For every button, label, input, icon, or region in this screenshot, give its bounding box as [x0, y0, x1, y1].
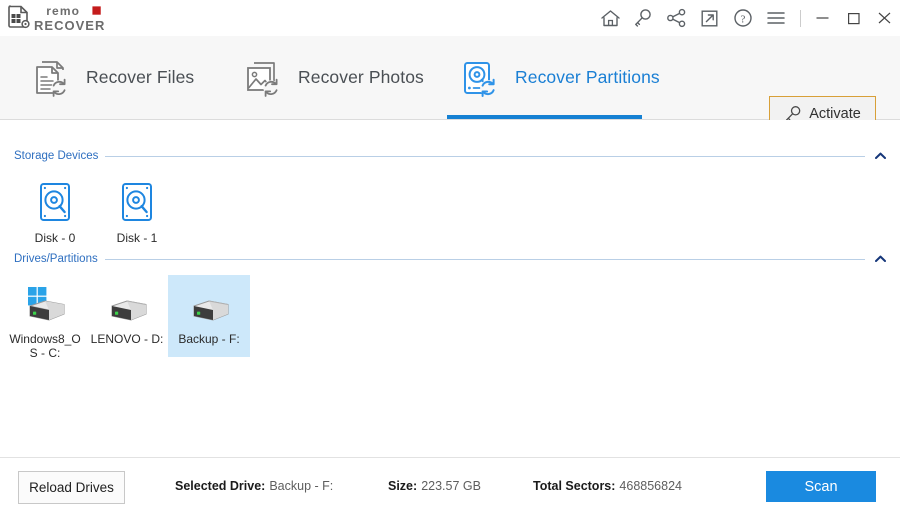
- section-title: Storage Devices: [14, 150, 99, 162]
- menu-icon[interactable]: [759, 0, 792, 36]
- chevron-up-icon[interactable]: [874, 253, 886, 265]
- active-tab-indicator: [447, 115, 642, 119]
- minimize-button[interactable]: [807, 0, 838, 36]
- chevron-up-icon[interactable]: [874, 150, 886, 162]
- external-link-icon[interactable]: [693, 0, 726, 36]
- reload-drives-button[interactable]: Reload Drives: [18, 471, 125, 504]
- size-value: 223.57 GB: [421, 479, 481, 493]
- storage-device-item[interactable]: Disk - 0: [14, 172, 96, 251]
- logo-wordmark: remo RECOVER: [34, 5, 127, 32]
- drives-partitions-section-header: Drives/Partitions: [14, 253, 886, 265]
- footer-bar: Reload Drives Selected Drive: Backup - F:…: [0, 457, 900, 515]
- drives-partitions-list: Windows8_OS - C: LENOVO - D: Backup - F:: [4, 275, 250, 360]
- total-sectors-value: 468856824: [619, 479, 682, 493]
- logo-document-icon: [8, 5, 30, 29]
- title-bar-icons: ?: [594, 0, 900, 36]
- maximize-button[interactable]: [838, 0, 869, 36]
- home-icon[interactable]: [594, 0, 627, 36]
- photo-refresh-icon: [240, 55, 286, 101]
- tab-recover-files[interactable]: Recover Files: [28, 36, 194, 119]
- content-area: Storage Devices Disk - 0 Disk - 1 Drives…: [0, 120, 900, 457]
- total-sectors-status: Total Sectors: 468856824: [533, 479, 682, 493]
- device-label: LENOVO - D:: [90, 332, 164, 346]
- svg-text:remo: remo: [46, 5, 80, 17]
- tab-label: Recover Photos: [298, 67, 424, 87]
- app-window: remo RECOVER ? Recover Files Recover Pho…: [0, 0, 900, 515]
- share-icon[interactable]: [660, 0, 693, 36]
- selected-drive-status: Selected Drive: Backup - F:: [175, 479, 333, 493]
- drive-item-lenovo[interactable]: LENOVO - D:: [86, 275, 168, 357]
- disk-refresh-icon: [457, 55, 503, 101]
- selected-drive-value: Backup - F:: [269, 479, 334, 493]
- size-status: Size: 223.57 GB: [388, 479, 481, 493]
- section-divider: [104, 258, 865, 260]
- document-refresh-icon: [28, 55, 74, 101]
- title-bar: remo RECOVER ?: [0, 0, 900, 36]
- scan-label: Scan: [804, 478, 838, 495]
- titlebar-divider: [800, 9, 801, 27]
- drive-item-backup[interactable]: Backup - F:: [168, 275, 250, 357]
- selected-drive-label: Selected Drive:: [175, 479, 266, 493]
- app-logo: remo RECOVER: [7, 3, 137, 33]
- device-label: Disk - 1: [116, 231, 158, 245]
- drive-item-windows8-os[interactable]: Windows8_OS - C:: [4, 275, 86, 360]
- section-divider: [105, 155, 865, 157]
- disk-search-icon: [118, 182, 156, 224]
- tab-recover-photos[interactable]: Recover Photos: [240, 36, 424, 119]
- device-label: Disk - 0: [34, 231, 76, 245]
- scan-button[interactable]: Scan: [766, 471, 876, 502]
- tab-recover-partitions[interactable]: Recover Partitions: [447, 36, 660, 119]
- reload-drives-label: Reload Drives: [29, 480, 114, 495]
- hard-drive-icon: [178, 285, 240, 325]
- logo-recover-text: RECOVER: [34, 19, 105, 32]
- storage-devices-list: Disk - 0 Disk - 1: [14, 172, 178, 251]
- storage-devices-section-header: Storage Devices: [14, 150, 886, 162]
- total-sectors-label: Total Sectors:: [533, 479, 616, 493]
- tab-bar: Recover Files Recover Photos Recover Par…: [0, 36, 900, 131]
- hard-drive-icon: [96, 285, 158, 325]
- key-icon[interactable]: [627, 0, 660, 36]
- svg-text:?: ?: [740, 13, 745, 25]
- disk-search-icon: [36, 182, 74, 224]
- tab-label: Recover Files: [86, 67, 195, 87]
- device-label: Windows8_OS - C:: [9, 332, 81, 360]
- tab-label: Recover Partitions: [515, 67, 660, 87]
- hard-drive-windows-icon: [14, 285, 76, 325]
- help-icon[interactable]: ?: [726, 0, 759, 36]
- close-button[interactable]: [869, 0, 900, 36]
- svg-text:RECOVER: RECOVER: [34, 19, 105, 32]
- storage-device-item[interactable]: Disk - 1: [96, 172, 178, 251]
- device-label: Backup - F:: [178, 332, 240, 346]
- logo-remo-text: remo: [46, 5, 101, 17]
- section-title: Drives/Partitions: [14, 253, 98, 265]
- size-label: Size:: [388, 479, 418, 493]
